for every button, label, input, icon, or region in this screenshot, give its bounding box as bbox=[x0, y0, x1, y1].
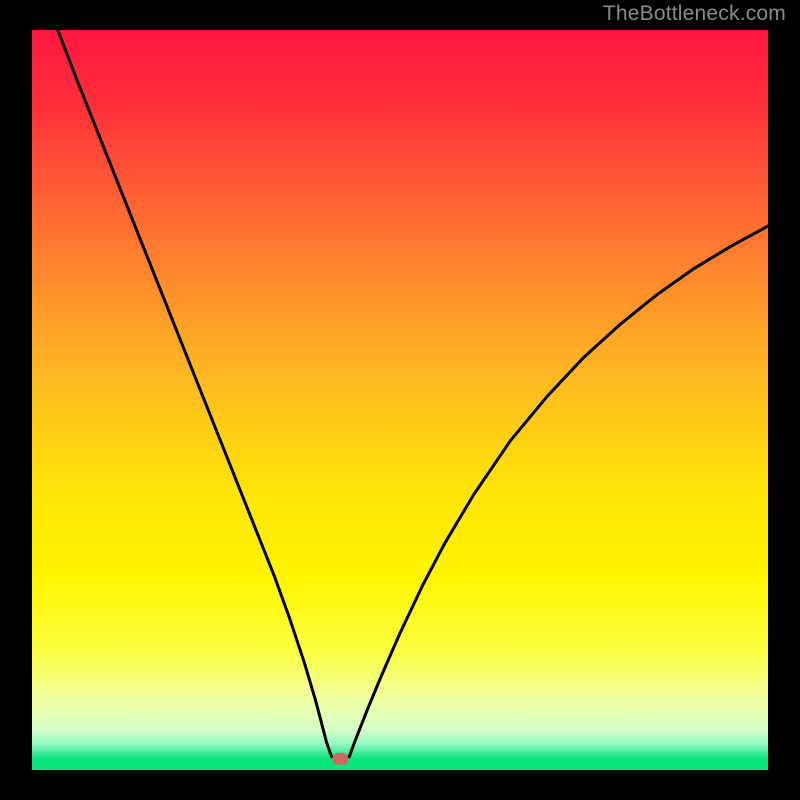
minimum-marker bbox=[332, 753, 348, 765]
watermark-text: TheBottleneck.com bbox=[603, 2, 786, 26]
chart-svg bbox=[0, 0, 800, 800]
plot-area bbox=[32, 30, 768, 770]
chart-container: TheBottleneck.com bbox=[0, 0, 800, 800]
plot-background bbox=[32, 30, 768, 770]
